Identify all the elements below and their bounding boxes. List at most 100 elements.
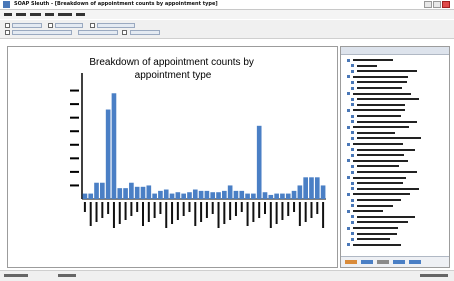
tree-node-icon — [351, 187, 354, 191]
x-tick-label — [188, 202, 191, 212]
x-tick-label — [217, 202, 220, 228]
tree-node-label[interactable] — [357, 98, 419, 101]
tree-node-label[interactable] — [357, 115, 401, 117]
tree-node-label[interactable] — [357, 182, 403, 185]
tree-node-label[interactable] — [357, 70, 417, 73]
x-tick-label — [124, 202, 127, 220]
tree-node-label[interactable] — [357, 87, 402, 89]
x-tick-label — [95, 202, 98, 222]
tree-node-label[interactable] — [357, 165, 399, 168]
toolbar-field[interactable] — [12, 30, 72, 35]
bar-chart: Breakdown of appointment counts by appoi… — [70, 57, 326, 228]
toolbar-field[interactable] — [97, 23, 135, 28]
panel-button[interactable] — [393, 260, 405, 264]
tree-node-label[interactable] — [357, 154, 404, 157]
maximize-button[interactable] — [433, 1, 441, 8]
bar — [134, 186, 140, 199]
panel-button[interactable] — [409, 260, 421, 264]
tree-node-label[interactable] — [353, 143, 403, 145]
panel-button[interactable] — [361, 260, 373, 264]
tree-node-icon — [351, 97, 354, 101]
x-tick-label — [234, 202, 237, 216]
menu-item[interactable] — [45, 13, 54, 16]
toolbar-checkbox[interactable] — [90, 23, 95, 28]
toolbar-field[interactable] — [55, 23, 83, 28]
tree-node-icon — [347, 209, 350, 213]
y-tick — [70, 103, 79, 106]
tree-node-label[interactable] — [353, 176, 406, 179]
tree-node-label[interactable] — [353, 243, 401, 246]
tree-node-label[interactable] — [353, 126, 409, 129]
panel-button[interactable] — [345, 260, 357, 264]
y-tick — [70, 143, 79, 146]
x-tick-label — [176, 202, 179, 220]
tree-node-label[interactable] — [353, 92, 411, 95]
y-tick — [70, 116, 79, 119]
tree-node-label[interactable] — [357, 120, 417, 123]
x-tick-label — [112, 202, 115, 228]
tree-node-label[interactable] — [357, 199, 401, 201]
tree-node-label[interactable] — [357, 221, 408, 224]
tree-node-label[interactable] — [353, 193, 410, 196]
menu-item[interactable] — [4, 13, 12, 16]
side-panel-header — [341, 47, 449, 55]
bar — [152, 193, 157, 199]
bar — [187, 192, 192, 199]
x-tick-label — [142, 202, 144, 226]
panel-button[interactable] — [377, 260, 389, 264]
minimize-button[interactable] — [424, 1, 432, 8]
tree-node-label[interactable] — [357, 103, 405, 106]
tree-node-label[interactable] — [353, 159, 408, 162]
tree-node-label[interactable] — [357, 81, 407, 84]
tree-node-label[interactable] — [357, 204, 393, 207]
tree-node-label[interactable] — [357, 232, 397, 235]
status-text — [58, 274, 76, 277]
tree-node-icon — [351, 114, 354, 118]
tree-node-label[interactable] — [357, 238, 390, 241]
close-button[interactable] — [442, 1, 450, 8]
toolbar-checkbox[interactable] — [122, 30, 127, 35]
tree-node-label[interactable] — [353, 109, 405, 112]
tree-node-label[interactable] — [353, 210, 383, 213]
x-tick-label — [211, 202, 214, 214]
toolbar-checkbox[interactable] — [5, 30, 10, 35]
menu-item[interactable] — [76, 13, 85, 16]
tree-node-label[interactable] — [357, 64, 377, 67]
toolbar-checkbox[interactable] — [5, 23, 10, 28]
bar — [158, 190, 163, 199]
x-tick-label — [310, 202, 313, 218]
bar — [285, 193, 291, 199]
tree-node-label[interactable] — [357, 215, 415, 218]
tree-node-icon — [351, 148, 354, 152]
bar — [169, 193, 175, 199]
bar — [309, 177, 314, 199]
bar — [303, 177, 308, 199]
menu-item[interactable] — [30, 13, 41, 16]
tree-node-icon — [351, 204, 354, 208]
bar — [210, 192, 216, 199]
side-panel — [340, 46, 450, 268]
tree-node-icon — [347, 108, 350, 112]
tree-node-label[interactable] — [357, 187, 419, 190]
bar — [222, 190, 227, 199]
menu-item[interactable] — [58, 13, 72, 16]
tree-node-label[interactable] — [357, 137, 421, 140]
title-bar: SOAP Sleuth - [Breakdown of appointment … — [0, 0, 454, 10]
tree-node-label[interactable] — [357, 131, 395, 134]
toolbar-field[interactable] — [78, 30, 118, 35]
toolbar-field[interactable] — [130, 30, 160, 35]
tree-node-label[interactable] — [357, 148, 415, 151]
tree-node-icon — [351, 220, 354, 224]
toolbar-checkbox[interactable] — [48, 23, 53, 28]
bar — [88, 193, 94, 199]
tree-node-label[interactable] — [353, 227, 398, 229]
tree-node-icon — [347, 142, 350, 146]
toolbar-field[interactable] — [12, 23, 42, 28]
x-tick-label — [316, 202, 319, 214]
bar — [105, 109, 111, 199]
tree-node-label[interactable] — [357, 171, 417, 173]
tree-node-label[interactable] — [353, 59, 393, 61]
tree-node-label[interactable] — [353, 75, 408, 78]
menu-item[interactable] — [16, 13, 26, 16]
x-tick-label — [159, 202, 162, 214]
